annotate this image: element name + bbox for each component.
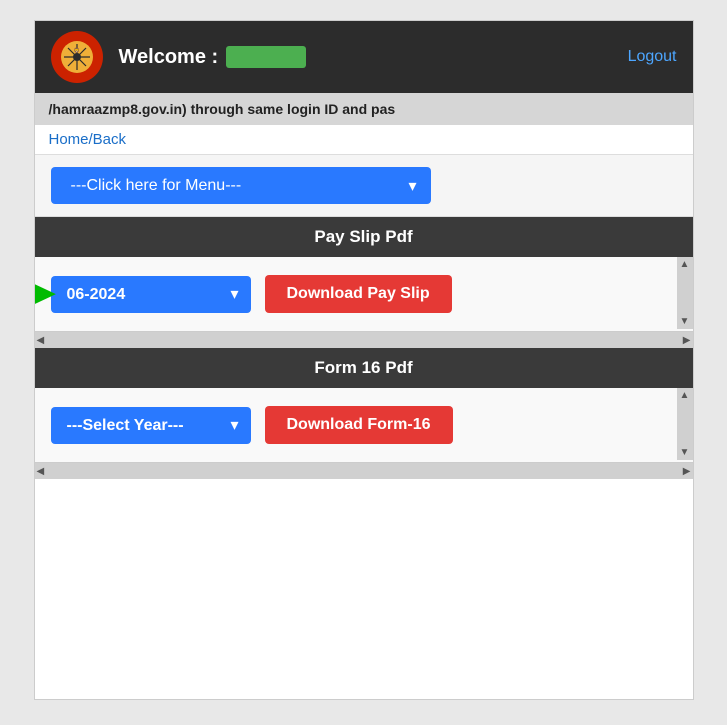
form16-vscroll-up-icon[interactable]: ▲ — [678, 388, 692, 403]
month-select-wrapper: 06-2024 — [51, 276, 251, 313]
logo: 🦁 — [51, 31, 103, 83]
payslip-section: ➤ 06-2024 Download Pay Slip ▲ ▼ ◀ ▶ — [35, 257, 693, 348]
month-select[interactable]: 06-2024 — [51, 276, 251, 313]
vscroll-up-icon[interactable]: ▲ — [678, 257, 692, 272]
year-select[interactable]: ---Select Year--- — [51, 407, 251, 444]
menu-area: ---Click here for Menu--- — [35, 154, 693, 217]
green-arrow-icon: ➤ — [35, 273, 57, 315]
form16-hscroll-left-icon[interactable]: ◀ — [37, 466, 45, 477]
menu-select[interactable]: ---Click here for Menu--- — [51, 167, 431, 204]
hscroll-right-icon[interactable]: ▶ — [683, 335, 691, 346]
user-name-masked — [226, 46, 306, 68]
payslip-vscroll[interactable]: ▲ ▼ — [677, 257, 693, 329]
welcome-text: Welcome : — [119, 46, 307, 69]
form16-content: ---Select Year--- Download Form-16 — [35, 388, 693, 463]
form16-hscroll[interactable]: ◀ ▶ — [35, 463, 693, 479]
download-form16-button[interactable]: Download Form-16 — [265, 406, 453, 444]
form16-section-header: Form 16 Pdf — [35, 348, 693, 388]
payslip-row: 06-2024 Download Pay Slip — [51, 275, 669, 313]
download-payslip-button[interactable]: Download Pay Slip — [265, 275, 452, 313]
form16-section: ---Select Year--- Download Form-16 ▲ ▼ ◀… — [35, 388, 693, 479]
payslip-section-header: Pay Slip Pdf — [35, 217, 693, 257]
welcome-label: Welcome : — [119, 46, 219, 69]
form16-hscroll-right-icon[interactable]: ▶ — [683, 466, 691, 477]
header: 🦁 Welcome : Logout — [35, 21, 693, 93]
vscroll-down-icon[interactable]: ▼ — [678, 314, 692, 329]
notice-bar: /hamraazmp8.gov.in) through same login I… — [35, 93, 693, 125]
logout-button[interactable]: Logout — [628, 48, 677, 66]
form16-row: ---Select Year--- Download Form-16 — [51, 406, 669, 444]
year-select-wrapper: ---Select Year--- — [51, 407, 251, 444]
svg-text:🦁: 🦁 — [73, 47, 79, 54]
home-back-link[interactable]: Home/Back — [35, 125, 141, 154]
main-container: 🦁 Welcome : Logout /hamraazmp8.gov.in) t… — [34, 20, 694, 700]
payslip-content: ➤ 06-2024 Download Pay Slip — [35, 257, 693, 332]
menu-select-wrapper: ---Click here for Menu--- — [51, 167, 431, 204]
arrow-annotation: ➤ — [35, 275, 57, 313]
hscroll-left-icon[interactable]: ◀ — [37, 335, 45, 346]
form16-vscroll[interactable]: ▲ ▼ — [677, 388, 693, 460]
payslip-hscroll[interactable]: ◀ ▶ — [35, 332, 693, 348]
form16-vscroll-down-icon[interactable]: ▼ — [678, 445, 692, 460]
